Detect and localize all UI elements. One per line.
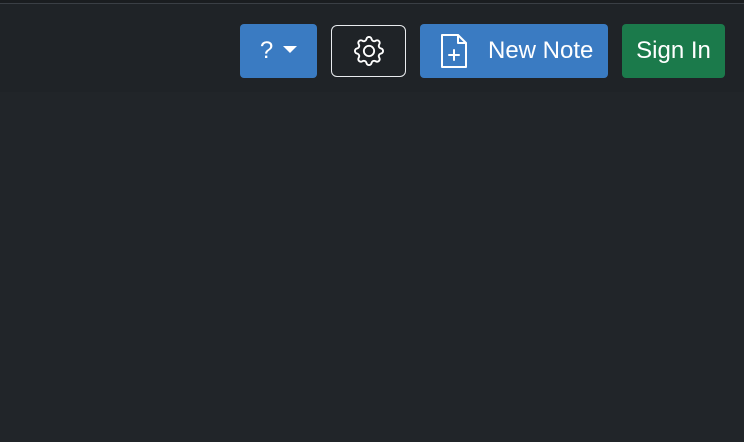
top-navbar: ? New Note Sign In: [0, 4, 744, 92]
settings-button[interactable]: [331, 25, 406, 77]
help-dropdown-button[interactable]: ?: [240, 24, 317, 78]
caret-down-icon: [283, 45, 298, 53]
sign-in-button[interactable]: Sign In: [622, 24, 725, 78]
file-plus-icon: [438, 32, 470, 70]
main-content-area: [0, 92, 744, 442]
help-label: ?: [259, 37, 274, 64]
sign-in-label: Sign In: [636, 37, 711, 64]
new-note-button[interactable]: New Note: [420, 24, 608, 78]
gear-icon: [353, 36, 384, 66]
new-note-label: New Note: [488, 37, 594, 64]
app-window: ? New Note Sign In: [0, 0, 744, 442]
